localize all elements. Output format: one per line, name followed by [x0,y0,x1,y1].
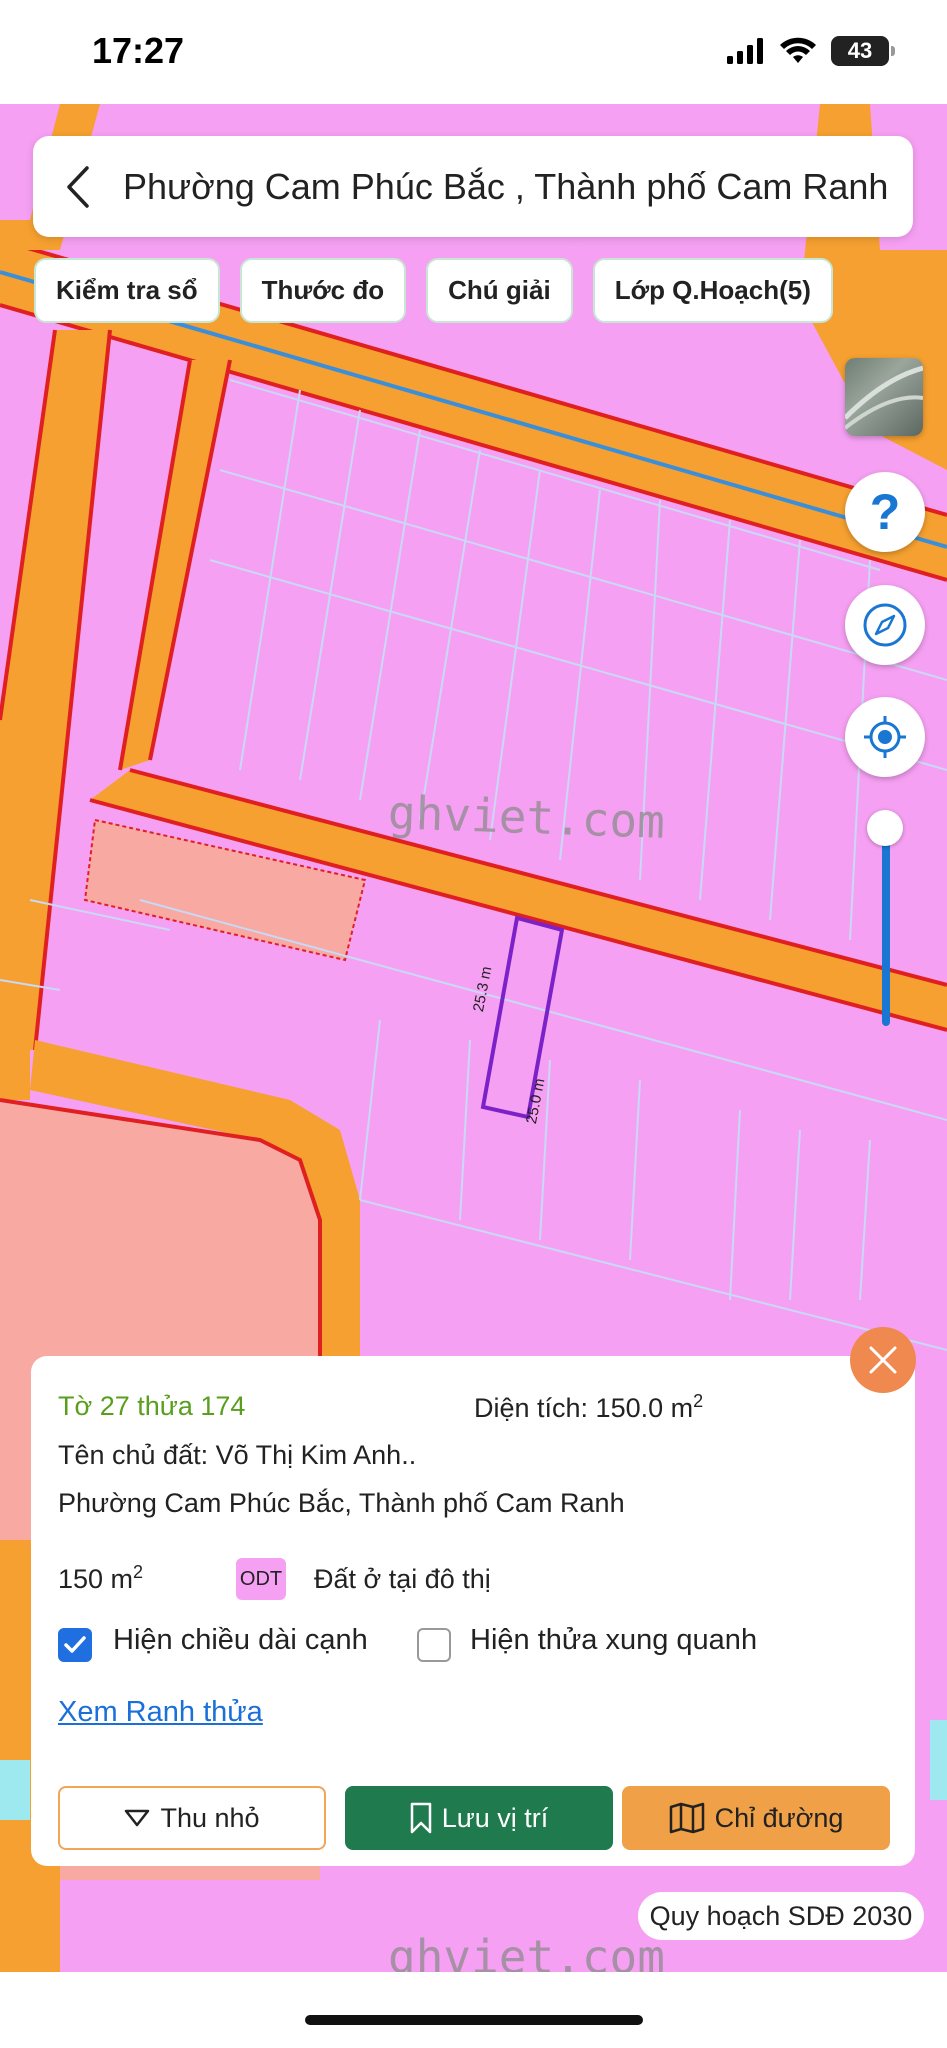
toolbar-chips: Kiểm tra sổ Thước đo Chú giải Lớp Q.Hoạc… [34,258,833,323]
land-area: 150 m2 [58,1562,143,1595]
bookmark-icon [410,1802,431,1834]
show-edge-lengths-label[interactable]: Hiện chiều dài cạnh [113,1624,368,1657]
zoom-slider-handle[interactable] [867,810,903,846]
minimize-button[interactable]: Thu nhỏ [58,1786,326,1850]
parcel-info-panel: Tờ 27 thửa 174 Diện tích: 150.0 m2 Tên c… [31,1356,915,1866]
bottom-safe-area [0,1972,947,2048]
home-indicator[interactable] [305,2015,643,2025]
map-icon [669,1802,704,1834]
location-title: Phường Cam Phúc Bắc , Thành phố Cam Ranh [123,165,889,207]
directions-label: Chỉ đường [714,1802,844,1833]
cellular-signal-icon [727,38,763,64]
status-time: 17:27 [92,30,185,71]
close-panel-button[interactable] [850,1327,916,1393]
area-info: Diện tích: 150.0 m2 [474,1391,703,1424]
legend-chip[interactable]: Chú giải [426,258,573,323]
show-neighbors-checkbox[interactable] [417,1628,451,1662]
satellite-layer-toggle[interactable] [845,358,923,436]
help-button[interactable]: ? [845,472,925,552]
ruler-chip[interactable]: Thước đo [239,258,407,323]
owner-name: Tên chủ đất: Võ Thị Kim Anh.. [58,1440,417,1470]
minimize-label: Thu nhỏ [160,1802,260,1833]
land-area-value: 150 m [58,1564,134,1594]
close-icon [869,1346,897,1374]
chevron-left-icon [67,165,89,208]
watermark-bottom: ghviet.com [388,1930,665,1972]
my-location-button[interactable] [845,697,925,777]
watermark-top: ghviet.com [387,785,666,849]
planning-layer-badge[interactable]: Quy hoạch SDĐ 2030 [638,1892,924,1940]
area-label: Diện tích: 150.0 m [474,1393,694,1423]
check-certificate-chip[interactable]: Kiểm tra sổ [34,258,220,323]
compass-icon [863,603,907,647]
land-code-badge: ODT [236,1558,286,1600]
status-icons: 43 [727,36,895,66]
land-area-sup: 2 [133,1562,144,1582]
crosshair-location-icon [864,716,906,758]
directions-button[interactable]: Chỉ đường [622,1786,890,1850]
status-bar: 17:27 43 [0,0,947,104]
checkmark-icon [64,1636,86,1653]
save-location-button[interactable]: Lưu vị trí [345,1786,613,1850]
show-neighbors-label[interactable]: Hiện thửa xung quanh [470,1624,757,1657]
show-edge-lengths-checkbox[interactable] [58,1628,92,1662]
battery-icon: 43 [831,36,895,66]
area-unit-sup: 2 [693,1391,704,1411]
planning-layers-chip[interactable]: Lớp Q.Hoạch(5) [592,258,833,323]
location-header: Phường Cam Phúc Bắc , Thành phố Cam Ranh [33,136,913,237]
compass-button[interactable] [845,585,925,665]
satellite-thumbnail-icon [845,365,923,430]
triangle-down-icon [125,1809,150,1827]
parcel-address: Phường Cam Phúc Bắc, Thành phố Cam Ranh [58,1488,625,1518]
land-type: Đất ở tại đô thị [314,1564,491,1594]
wifi-icon [780,37,816,63]
question-mark-icon: ? [869,484,901,540]
save-location-label: Lưu vị trí [441,1802,549,1833]
zoom-slider-track[interactable] [882,826,890,1026]
sheet-parcel-number: Tờ 27 thửa 174 [58,1391,246,1421]
back-button[interactable] [33,136,123,237]
view-boundary-link[interactable]: Xem Ranh thửa [58,1696,263,1729]
